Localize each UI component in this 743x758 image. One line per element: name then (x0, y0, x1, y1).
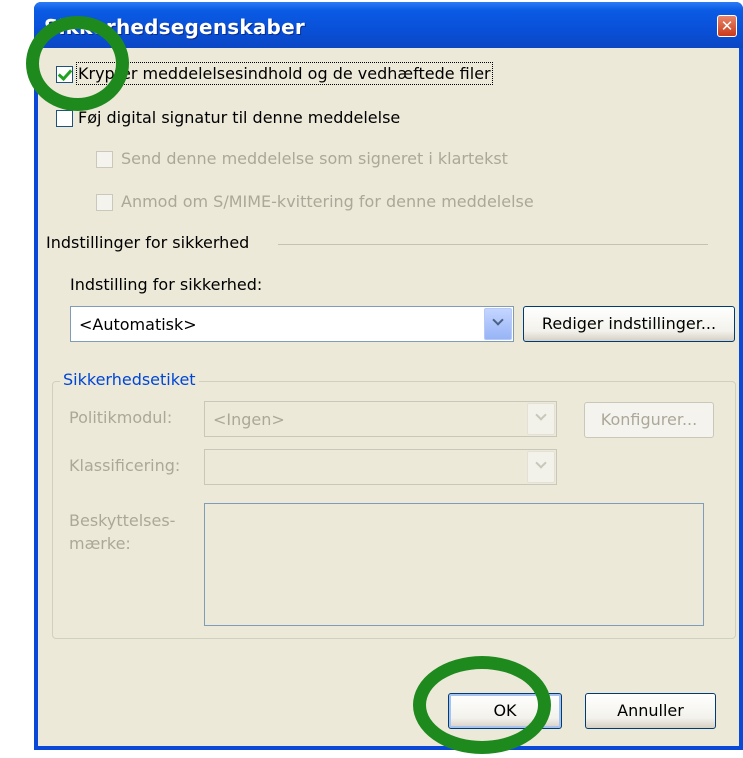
encrypt-label[interactable]: Krypter meddelelsesindhold og de vedhæft… (76, 62, 493, 85)
encrypt-checkbox[interactable] (56, 66, 73, 83)
cancel-button[interactable]: Annuller (585, 693, 716, 729)
close-icon[interactable]: ✕ (717, 15, 737, 37)
group-divider (278, 244, 708, 245)
receipt-label: Anmod om S/MIME-kvittering for denne med… (121, 192, 534, 211)
chevron-down-icon[interactable] (527, 451, 555, 483)
privacy-mark-label-line1: Beskyttelses- (69, 511, 176, 530)
chevron-down-icon[interactable] (527, 403, 555, 435)
edit-settings-button[interactable]: Rediger indstillinger... (523, 306, 735, 342)
privacy-mark-textarea[interactable] (204, 503, 704, 626)
security-setting-value: <Automatisk> (79, 315, 197, 334)
policy-module-value: <Ingen> (213, 410, 285, 429)
policy-module-label: Politikmodul: (69, 408, 173, 427)
dialog-title: Sikkerhedsegenskaber (44, 15, 305, 39)
security-properties-dialog: Sikkerhedsegenskaber ✕ Krypter meddelels… (34, 2, 743, 750)
classification-select[interactable] (204, 449, 557, 485)
classification-label: Klassificering: (69, 456, 181, 475)
sign-label[interactable]: Føj digital signatur til denne meddelels… (78, 108, 400, 127)
privacy-mark-label-line2: mærke: (69, 534, 131, 553)
chevron-down-icon[interactable] (484, 308, 512, 340)
security-settings-group-title: Indstillinger for sikkerhed (46, 233, 256, 252)
title-bar[interactable]: Sikkerhedsegenskaber ✕ (34, 2, 743, 48)
security-label-legend: Sikkerhedsetiket (60, 370, 199, 389)
configure-button[interactable]: Konfigurer... (584, 402, 714, 438)
security-setting-select[interactable]: <Automatisk> (70, 306, 514, 342)
receipt-checkbox[interactable] (96, 194, 113, 211)
policy-module-select[interactable]: <Ingen> (204, 401, 557, 437)
ok-button[interactable]: OK (448, 693, 562, 729)
cleartext-checkbox[interactable] (96, 151, 113, 168)
cleartext-label: Send denne meddelelse som signeret i kla… (121, 149, 508, 168)
security-setting-label: Indstilling for sikkerhed: (70, 275, 263, 294)
dialog-body: Krypter meddelelsesindhold og de vedhæft… (38, 48, 739, 746)
sign-checkbox[interactable] (56, 110, 73, 127)
